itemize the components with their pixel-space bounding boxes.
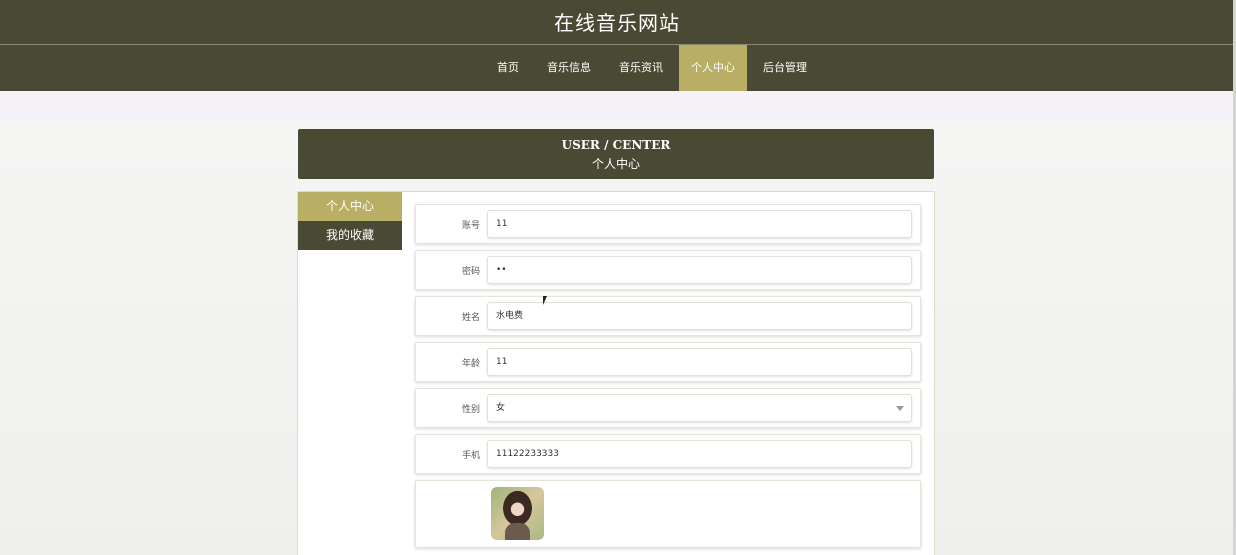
page-title-cn: 个人中心 [591, 157, 640, 171]
nav-item-user-center[interactable]: 个人中心 [679, 45, 747, 91]
side-menu-user-center[interactable]: 个人中心 [298, 192, 402, 221]
side-menu: 个人中心 我的收藏 [298, 192, 402, 250]
account-label: 账号 [461, 220, 480, 231]
form-row-name: 姓名 水电费 [415, 296, 921, 336]
chevron-down-icon [896, 406, 904, 411]
nav-item-home[interactable]: 首页 [485, 45, 531, 91]
phone-label: 手机 [461, 450, 480, 461]
gender-label: 性别 [461, 404, 480, 415]
form-row-account: 账号 11 [415, 204, 921, 244]
password-label: 密码 [461, 266, 480, 277]
page-title-banner: USER / CENTER 个人中心 [298, 129, 934, 179]
nav-item-admin[interactable]: 后台管理 [751, 45, 819, 91]
form-row-avatar [415, 480, 921, 548]
name-label: 姓名 [461, 312, 480, 323]
avatar[interactable] [491, 487, 544, 540]
header-sub-band [0, 91, 1236, 123]
age-input[interactable]: 11 [487, 348, 912, 376]
phone-input[interactable]: 11122233333 [487, 440, 912, 468]
name-input[interactable]: 水电费 [487, 302, 912, 330]
password-input[interactable]: •• [487, 256, 912, 284]
page-title-en: USER / CENTER [561, 138, 671, 152]
main-nav: 首页 音乐信息 音乐资讯 个人中心 后台管理 [0, 45, 1234, 91]
age-label: 年龄 [461, 358, 480, 369]
account-input[interactable]: 11 [487, 210, 912, 238]
nav-item-music-news[interactable]: 音乐资讯 [607, 45, 675, 91]
form-row-password: 密码 •• [415, 250, 921, 290]
site-header: 在线音乐网站 首页 音乐信息 音乐资讯 个人中心 后台管理 [0, 0, 1234, 91]
gender-select[interactable]: 女 [487, 394, 912, 422]
mouse-cursor-icon [543, 296, 547, 305]
form-row-phone: 手机 11122233333 [415, 434, 921, 474]
site-title: 在线音乐网站 [0, 0, 1234, 45]
profile-form: 账号 11 密码 •• 姓名 水电费 年龄 11 性别 女 手机 1112223… [415, 204, 921, 554]
form-row-age: 年龄 11 [415, 342, 921, 382]
gender-select-value: 女 [496, 403, 506, 413]
user-center-panel: 个人中心 我的收藏 账号 11 密码 •• 姓名 水电费 年龄 11 性别 女 … [297, 191, 935, 555]
avatar-figure [505, 523, 530, 540]
form-row-gender: 性别 女 [415, 388, 921, 428]
nav-item-music-info[interactable]: 音乐信息 [535, 45, 603, 91]
side-menu-favorites[interactable]: 我的收藏 [298, 221, 402, 250]
